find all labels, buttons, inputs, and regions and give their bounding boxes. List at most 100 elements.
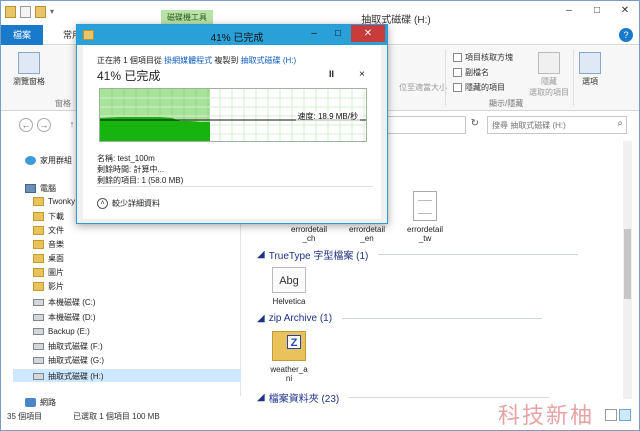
pause-button[interactable]: II xyxy=(329,69,334,79)
nav-item-label: Twonky xyxy=(48,197,76,206)
forward-button[interactable]: → xyxy=(37,118,51,132)
search-icon[interactable]: ⌕ xyxy=(617,118,623,129)
file-name-cont: _tw xyxy=(418,234,432,243)
details-view-icon[interactable] xyxy=(605,409,617,421)
collapse-arrow-icon[interactable]: ◢ xyxy=(257,392,265,403)
item-checkboxes-toggle[interactable]: 項目核取方塊 xyxy=(453,52,513,63)
nav-computer[interactable]: 電腦 xyxy=(25,183,56,194)
folder-icon[interactable] xyxy=(5,6,16,18)
search-input[interactable] xyxy=(488,117,606,133)
checkbox[interactable] xyxy=(453,68,462,77)
nav-item-label: 桌面 xyxy=(48,254,64,263)
nav-item-label: 本機磁碟 (C:) xyxy=(48,298,96,307)
ribbon-separator xyxy=(445,50,446,106)
options-label: 選項 xyxy=(582,77,598,86)
destination-link[interactable]: 抽取式磁碟 (H:) xyxy=(241,56,297,65)
file-item[interactable]: errordetail _tw xyxy=(399,191,451,243)
dialog-divider xyxy=(97,186,373,187)
tab-file[interactable]: 檔案 xyxy=(1,25,44,45)
nav-item-label: Backup (E:) xyxy=(48,327,90,336)
drive-icon xyxy=(33,299,44,306)
search-box[interactable]: ⌕ xyxy=(487,116,627,134)
checkbox[interactable] xyxy=(453,83,462,92)
options-button[interactable]: 選項 xyxy=(579,52,601,87)
nav-homegroup[interactable]: 家用群組 xyxy=(25,155,72,166)
hide-selected-button[interactable]: 隱藏 選取的項目 xyxy=(529,52,569,98)
nav-item-downloads[interactable]: 下載 xyxy=(33,211,64,222)
nav-item-drive-c[interactable]: 本機磁碟 (C:) xyxy=(33,297,96,308)
dialog-minimize-button[interactable]: – xyxy=(303,26,325,42)
back-button[interactable]: ← xyxy=(19,118,33,132)
dropdown-icon[interactable]: ▾ xyxy=(50,6,58,18)
file-name: errordetail xyxy=(406,225,443,234)
hidden-items-toggle[interactable]: 隱藏的項目 xyxy=(453,82,505,93)
hide-icon xyxy=(538,52,560,74)
videos-folder-icon xyxy=(33,282,44,291)
pane-group-label: 窗格 xyxy=(55,99,71,108)
music-folder-icon xyxy=(33,240,44,249)
dialog-maximize-button[interactable]: □ xyxy=(327,26,349,42)
nav-item-label: 圖片 xyxy=(48,268,64,277)
group-header-truetype[interactable]: ◢ TrueType 字型檔案 (1) xyxy=(257,247,579,262)
file-name-info: 名稱: test_100m xyxy=(97,154,155,163)
checkbox-label: 副檔名 xyxy=(465,68,489,77)
maximize-button[interactable]: □ xyxy=(583,1,611,21)
nav-item-drive-f[interactable]: 抽取式磁碟 (F:) xyxy=(33,341,103,352)
navigation-pane-icon xyxy=(18,52,40,74)
nav-item-label: 下載 xyxy=(48,212,64,221)
nav-item-drive-d[interactable]: 本機磁碟 (D:) xyxy=(33,312,96,323)
nav-item-label: 抽取式磁碟 (H:) xyxy=(48,372,104,381)
file-name: errordetail xyxy=(290,225,327,234)
group-header-label: TrueType 字型檔案 (1) xyxy=(268,251,369,262)
group-header-zip[interactable]: ◢ zip Archive (1) xyxy=(257,313,543,324)
nav-item-drive-h[interactable]: 抽取式磁碟 (H:) xyxy=(33,371,104,382)
drive-tools-tab[interactable]: 磁碟機工具 xyxy=(161,10,213,25)
large-icons-view-icon[interactable] xyxy=(619,409,631,421)
file-name: weather_a xyxy=(270,365,308,374)
computer-icon xyxy=(25,184,36,193)
nav-item-videos[interactable]: 影片 xyxy=(33,281,64,292)
dialog-body: 正在將 1 個項目從 掛網媒體程式 複製到 抽取式磁碟 (H:) 41% 已完成… xyxy=(83,45,381,219)
network-icon xyxy=(25,398,36,407)
close-button[interactable]: ✕ xyxy=(611,1,639,21)
content-scrollbar-thumb[interactable] xyxy=(624,229,631,299)
group-header-label: zip Archive (1) xyxy=(268,313,333,324)
dialog-title-bar[interactable]: 41% 已完成 – □ ✕ xyxy=(77,25,387,45)
fewer-details-button[interactable]: ˄ 較少詳細資料 xyxy=(97,198,160,209)
file-item-weather-ani[interactable]: Z weather_a ni xyxy=(263,331,315,383)
nav-item-drive-e[interactable]: Backup (E:) xyxy=(33,327,90,336)
removable-drive-icon xyxy=(33,343,44,350)
file-extensions-toggle[interactable]: 副檔名 xyxy=(453,67,489,78)
nav-item-pictures[interactable]: 圖片 xyxy=(33,267,64,278)
checkbox[interactable] xyxy=(453,53,462,62)
navigation-pane-button[interactable]: 瀏覽窗格 xyxy=(13,52,45,87)
checkbox-label: 隱藏的項目 xyxy=(465,83,505,92)
file-item-helvetica[interactable]: Abg Helvetica xyxy=(263,267,315,306)
nav-item-label: 音樂 xyxy=(48,240,64,249)
nav-network[interactable]: 網路 xyxy=(25,397,56,408)
copy-icon xyxy=(83,30,94,40)
cancel-button[interactable]: × xyxy=(359,69,365,80)
checkbox-label: 項目核取方塊 xyxy=(465,53,513,62)
nav-item-music[interactable]: 音樂 xyxy=(33,239,64,250)
nav-item-label: 文件 xyxy=(48,226,64,235)
dialog-close-button[interactable]: ✕ xyxy=(351,25,385,42)
nav-item-label: 本機磁碟 (D:) xyxy=(48,313,96,322)
file-name-cont: _ch xyxy=(302,234,316,243)
nav-item-twonky[interactable]: Twonky xyxy=(33,197,75,206)
source-link[interactable]: 掛網媒體程式 xyxy=(164,56,212,65)
pictures-folder-icon xyxy=(33,268,44,277)
minimize-button[interactable]: – xyxy=(555,1,583,21)
collapse-arrow-icon[interactable]: ◢ xyxy=(257,249,265,260)
size-columns-button[interactable]: 位至適當大小 xyxy=(399,82,447,93)
refresh-button[interactable]: ↻ xyxy=(471,118,479,129)
properties-icon[interactable] xyxy=(20,6,31,18)
help-button[interactable]: ? xyxy=(619,28,633,42)
nav-item-documents[interactable]: 文件 xyxy=(33,225,64,236)
new-folder-icon[interactable] xyxy=(35,6,46,18)
ribbon-separator xyxy=(573,50,574,106)
nav-item-desktop[interactable]: 桌面 xyxy=(33,253,64,264)
copy-prefix: 正在將 1 個項目從 xyxy=(97,56,162,65)
nav-item-drive-g[interactable]: 抽取式磁碟 (G:) xyxy=(33,355,104,366)
collapse-arrow-icon[interactable]: ◢ xyxy=(257,313,265,324)
